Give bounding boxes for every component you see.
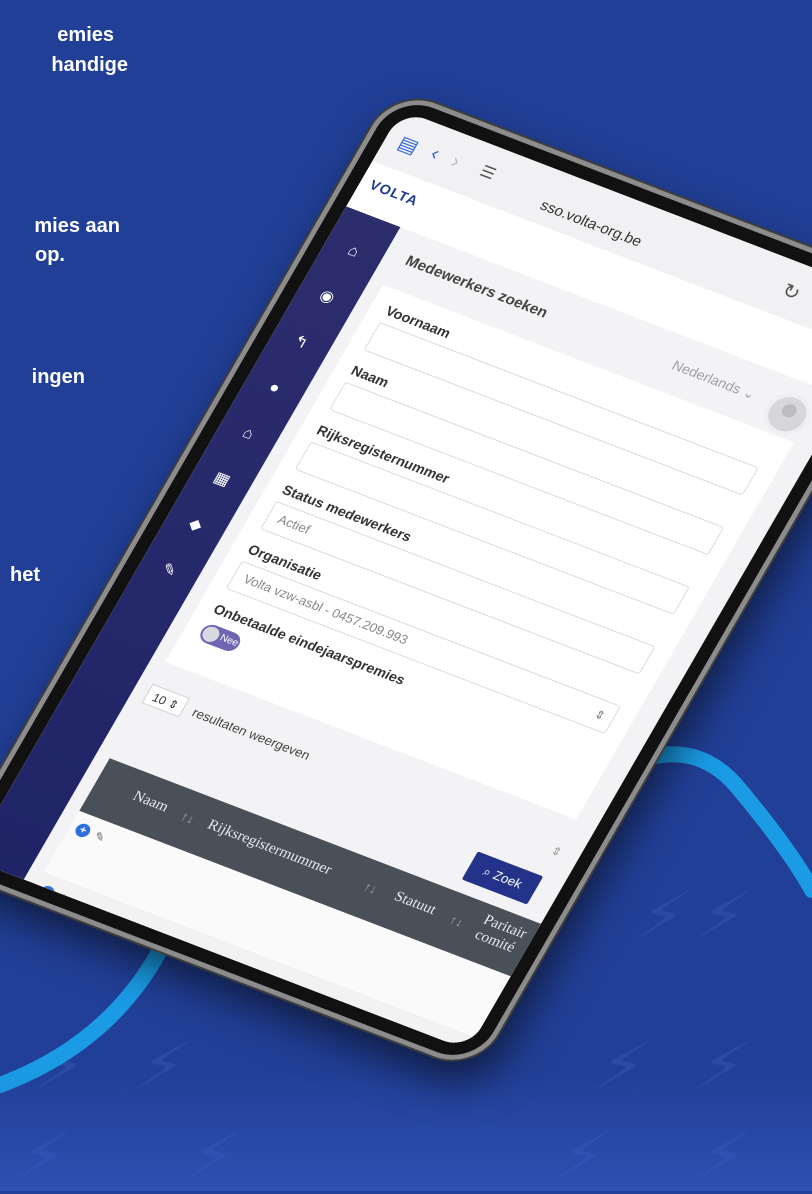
sort-icon[interactable]: ↑↓ [447,912,467,930]
premie-toggle[interactable]: Nee [196,621,244,654]
building-icon[interactable]: ⌂ [233,422,262,447]
zoek-button[interactable]: ⌕ Zoek [461,851,544,905]
sort-icon: ⇕ [548,843,565,860]
arrow-icon[interactable]: ↰ [286,331,315,356]
graduation-icon[interactable]: ◆ [181,513,210,538]
reader-icon[interactable]: ☰ [476,162,500,185]
page-length-select[interactable]: 10 ⇕ [141,683,191,718]
select-caret-icon: ⇕ [591,707,609,724]
marketing-line: handige [51,54,128,76]
marketing-line: emies [57,24,114,46]
chevron-left-icon[interactable]: ‹ [426,143,443,166]
marketing-line: mies aan [34,215,120,237]
chevron-down-icon: ⌄ [739,384,759,403]
share-icon[interactable]: ⇪ [807,290,812,318]
document-icon[interactable]: ▦ [207,467,236,492]
coin-icon[interactable]: ● [260,376,289,401]
sidebar-toggle-icon[interactable]: ▤ [393,131,423,160]
column-header-naam[interactable]: Naam [129,788,172,816]
language-select[interactable]: Nederlands ⌄ [669,357,759,403]
zoek-label: Zoek [490,867,526,892]
reload-icon[interactable]: ↻ [777,278,805,306]
page-length-label: resultaten weergeven [189,705,314,763]
marketing-line: het [10,564,40,586]
home-icon[interactable]: ⌂ [339,239,368,264]
toggle-label: Nee [217,632,241,649]
edit-icon[interactable]: ✎ [91,829,107,845]
status-value: Actief [275,511,314,537]
bottom-glow [0,1071,812,1191]
marketing-line: ingen [31,366,85,388]
page-length-value: 10 [149,690,170,708]
chevron-right-icon[interactable]: › [446,151,464,174]
expand-row-icon[interactable]: + [72,821,93,840]
edit-icon[interactable]: ✎ [154,559,183,584]
sort-icon[interactable]: ↑↓ [178,809,198,827]
language-value: Nederlands [669,357,745,397]
sort-icon[interactable]: ↑↓ [361,879,381,897]
marketing-line: op. [35,244,65,266]
brand-logo: VOLTA [366,176,422,209]
column-header-statuut[interactable]: Statuut [391,889,439,919]
user-icon[interactable]: ◉ [312,285,341,310]
